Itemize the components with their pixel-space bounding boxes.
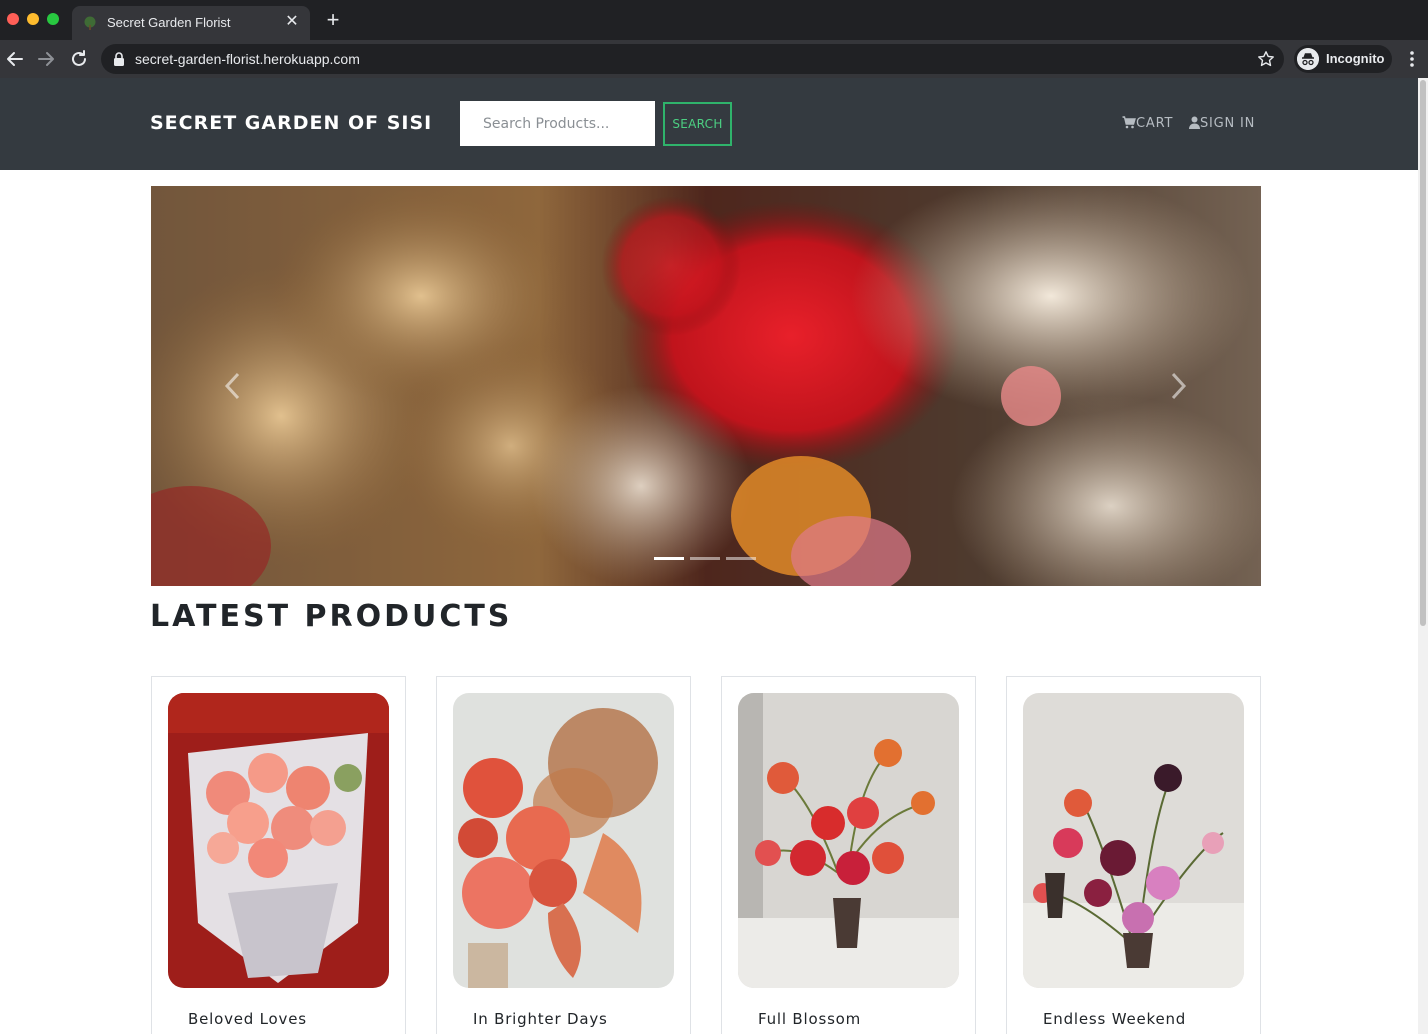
brand-logo[interactable]: SECRET GARDEN OF SISI (150, 112, 432, 134)
nav-sign-in[interactable]: SIGN IN (1189, 116, 1255, 131)
tab-title: Secret Garden Florist (107, 15, 231, 30)
coral-zinnia-bouquet-photo (453, 693, 674, 988)
carousel-indicators (654, 557, 756, 560)
scrollbar-thumb[interactable] (1420, 80, 1426, 626)
site-header: SECRET GARDEN OF SISI SEARCH CART SIGN I… (0, 78, 1418, 170)
latest-products-heading: LATEST PRODUCTS (150, 599, 513, 634)
nav-cart[interactable]: CART (1122, 116, 1173, 131)
browser-toolbar: secret-garden-florist.herokuapp.com Inco… (0, 40, 1428, 78)
reload-icon[interactable] (68, 48, 90, 70)
address-bar[interactable]: secret-garden-florist.herokuapp.com (101, 44, 1284, 74)
search-input[interactable] (460, 101, 655, 146)
product-card[interactable]: In Brighter Days (436, 676, 691, 1034)
product-image[interactable] (738, 693, 959, 988)
product-name[interactable]: Full Blossom (758, 1010, 861, 1028)
carousel-indicator[interactable] (690, 557, 720, 560)
product-image[interactable] (168, 693, 389, 988)
carousel-indicator[interactable] (654, 557, 684, 560)
incognito-label: Incognito (1326, 51, 1385, 66)
back-arrow-icon[interactable] (4, 48, 26, 70)
product-card[interactable]: Endless Weekend (1006, 676, 1261, 1034)
cart-label: CART (1136, 116, 1174, 131)
tab-close-icon[interactable]: ✕ (283, 13, 301, 31)
cart-icon (1122, 116, 1136, 129)
url-text: secret-garden-florist.herokuapp.com (135, 51, 360, 67)
product-name[interactable]: Beloved Loves (188, 1010, 307, 1028)
maximize-window-button[interactable] (47, 13, 59, 25)
carousel-indicator[interactable] (726, 557, 756, 560)
bookmark-star-icon[interactable] (1257, 50, 1275, 68)
new-tab-icon[interactable]: + (322, 9, 344, 31)
carousel-prev-icon[interactable] (221, 371, 245, 401)
lock-icon (114, 52, 124, 66)
carousel-next-icon[interactable] (1166, 371, 1190, 401)
product-name[interactable]: Endless Weekend (1043, 1010, 1186, 1028)
product-name[interactable]: In Brighter Days (473, 1010, 608, 1028)
tree-favicon-icon (84, 16, 96, 30)
page-viewport: SECRET GARDEN OF SISI SEARCH CART SIGN I… (0, 78, 1428, 1034)
close-window-button[interactable] (7, 13, 19, 25)
product-image[interactable] (453, 693, 674, 988)
red-tulip-vase-photo (738, 693, 959, 988)
pink-roses-bouquet-photo (168, 693, 389, 988)
incognito-profile-button[interactable]: Incognito (1294, 45, 1392, 73)
page-scrollbar[interactable] (1418, 78, 1428, 1034)
incognito-icon (1297, 48, 1319, 70)
browser-tab-bar: Secret Garden Florist ✕ + (0, 0, 1428, 40)
minimize-window-button[interactable] (27, 13, 39, 25)
product-card[interactable]: Beloved Loves (151, 676, 406, 1034)
sign-in-label: SIGN IN (1200, 116, 1256, 131)
hero-carousel[interactable] (151, 186, 1261, 586)
search-button[interactable]: SEARCH (663, 102, 732, 146)
pink-calla-vase-photo (1023, 693, 1244, 988)
product-image[interactable] (1023, 693, 1244, 988)
product-card[interactable]: Full Blossom (721, 676, 976, 1034)
user-icon (1189, 116, 1200, 129)
dried-flowers-photo (151, 186, 1261, 586)
forward-arrow-icon[interactable] (35, 48, 57, 70)
browser-tab[interactable]: Secret Garden Florist ✕ (72, 6, 310, 40)
more-menu-icon[interactable] (1402, 49, 1422, 69)
